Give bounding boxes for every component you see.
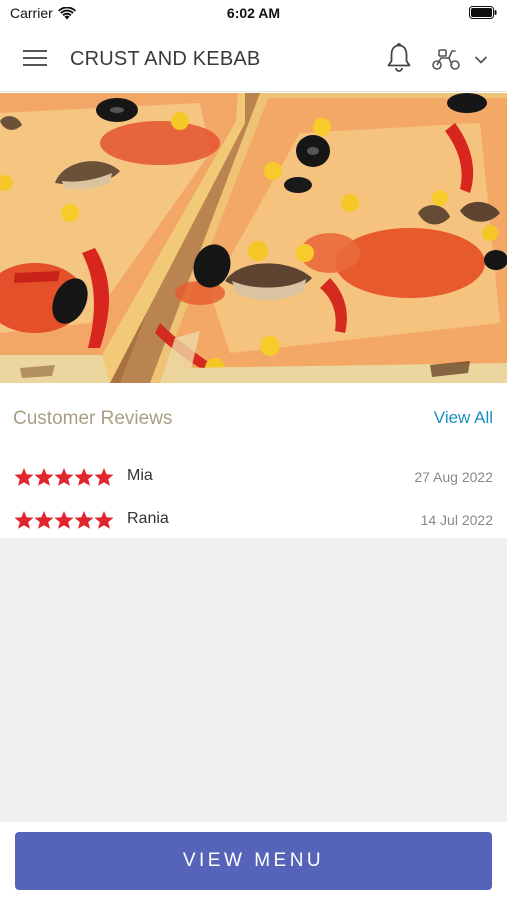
star-icon — [54, 468, 74, 486]
star-rating — [14, 468, 114, 486]
bottom-action-bar: VIEW MENU — [0, 822, 507, 900]
star-icon — [34, 511, 54, 529]
star-icons — [14, 468, 114, 486]
clock: 6:02 AM — [226, 5, 281, 21]
content-background — [0, 538, 507, 822]
star-icons — [14, 511, 114, 529]
star-icon — [94, 468, 114, 486]
customer-reviews-section: Customer Reviews View All Mia 27 Aug 202… — [0, 383, 507, 538]
battery-icon — [469, 6, 497, 19]
star-icon — [94, 511, 114, 529]
review-date: 27 Aug 2022 — [414, 469, 493, 485]
scooter-icon — [432, 49, 460, 70]
star-icon — [74, 468, 94, 486]
status-bar: Carrier 6:02 AM — [0, 0, 507, 26]
reviewer-name: Rania — [127, 510, 169, 527]
bell-icon[interactable] — [385, 42, 413, 74]
star-icon — [54, 511, 74, 529]
view-all-reviews-link[interactable]: View All — [434, 408, 493, 428]
restaurant-title: CRUST AND KEBAB — [70, 48, 261, 70]
star-icon — [14, 468, 34, 486]
chevron-down-icon — [475, 56, 487, 64]
review-item: Mia 27 Aug 2022 — [0, 465, 507, 495]
view-menu-button[interactable]: VIEW MENU — [15, 832, 492, 890]
menu-icon[interactable] — [22, 48, 48, 68]
reviews-section-title: Customer Reviews — [13, 408, 173, 429]
star-icon — [74, 511, 94, 529]
star-icon — [34, 468, 54, 486]
pizza-photo — [0, 93, 507, 383]
review-date: 14 Jul 2022 — [420, 512, 493, 528]
star-icon — [14, 511, 34, 529]
hero-image — [0, 93, 507, 383]
review-item: Rania 14 Jul 2022 — [0, 508, 507, 538]
delivery-mode-selector[interactable] — [431, 46, 491, 72]
app-header: CRUST AND KEBAB — [0, 26, 507, 92]
star-rating — [14, 511, 114, 529]
reviewer-name: Mia — [127, 467, 153, 484]
